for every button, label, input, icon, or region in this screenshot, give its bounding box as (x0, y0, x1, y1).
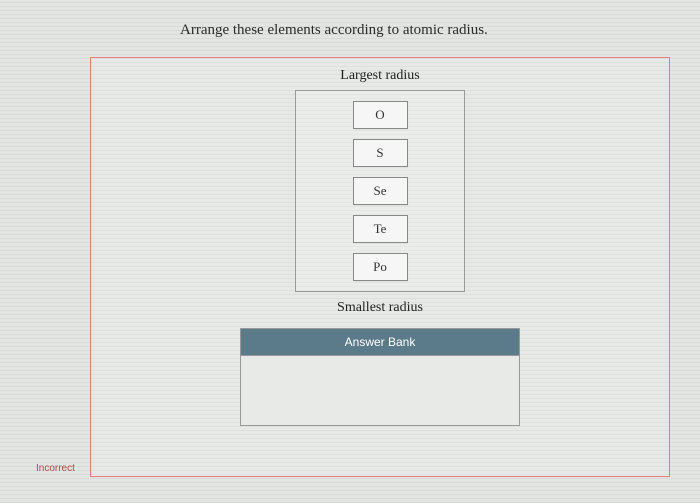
element-tile[interactable]: Se (353, 177, 408, 205)
rank-bottom-label: Smallest radius (91, 292, 669, 328)
answer-bank-dropzone[interactable] (240, 356, 520, 426)
element-tile[interactable]: Po (353, 253, 408, 281)
rank-dropzone[interactable]: O S Se Te Po (295, 90, 465, 292)
question-text: Arrange these elements according to atom… (180, 22, 650, 39)
element-tile[interactable]: Te (353, 215, 408, 243)
rank-top-label: Largest radius (91, 58, 669, 90)
answer-bank-header: Answer Bank (240, 328, 520, 356)
element-tile[interactable]: S (353, 139, 408, 167)
element-tile[interactable]: O (353, 101, 408, 129)
answer-panel: Largest radius O S Se Te Po Smallest rad… (90, 57, 670, 477)
status-incorrect: Incorrect (36, 463, 75, 474)
